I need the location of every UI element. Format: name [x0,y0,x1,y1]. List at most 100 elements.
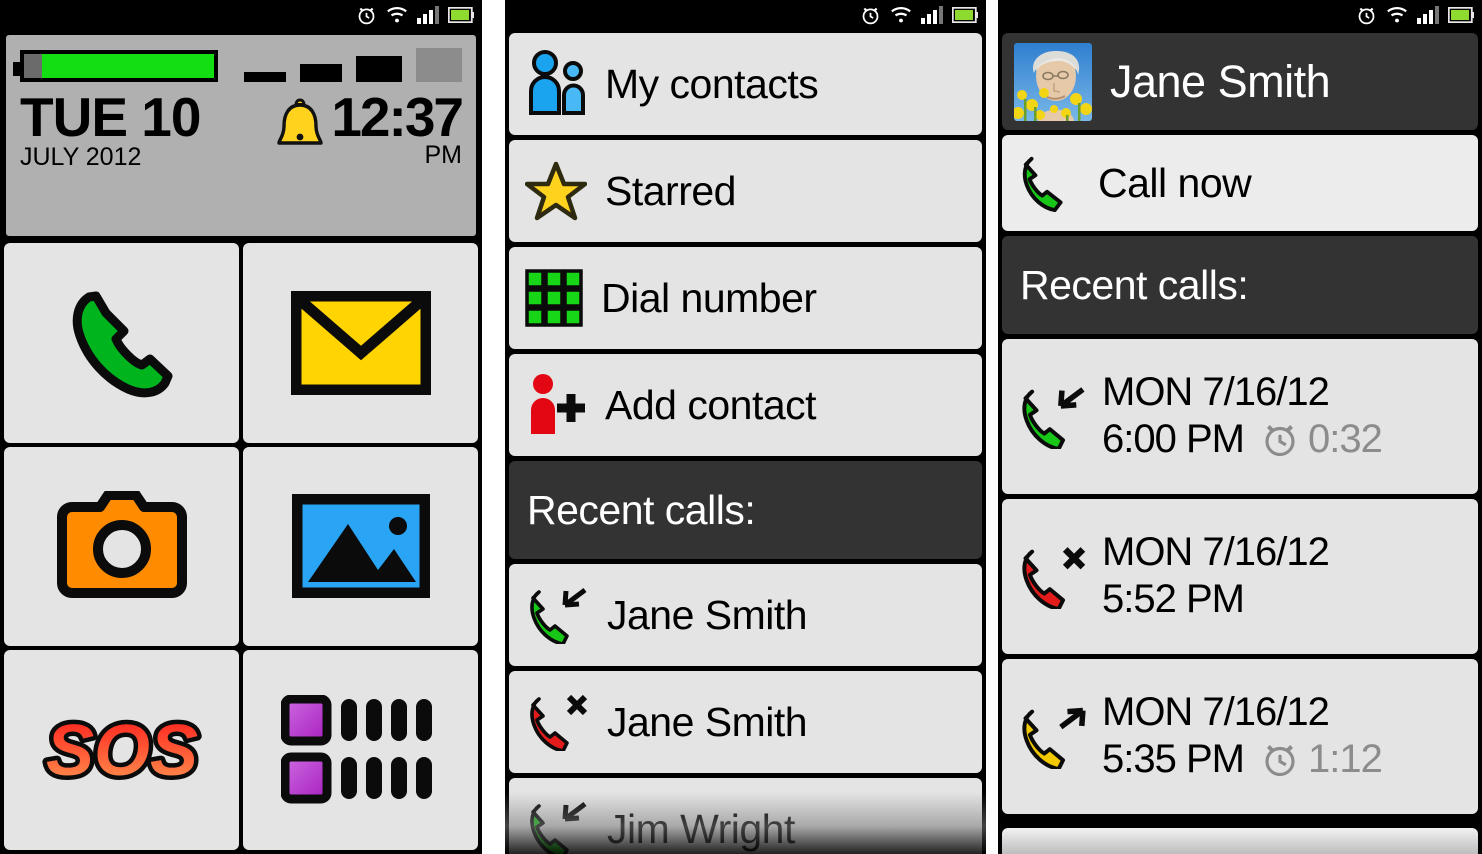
battery-icon [952,7,978,23]
recent-calls-header: Recent calls: [1002,236,1478,334]
three-phone-screenshots: TUE 10 JULY 2012 12:37 PM SOS My contact… [0,0,1482,854]
call-date: MON 7/16/12 [1102,370,1330,415]
phone-handset-icon [1022,156,1063,213]
status-bar [505,0,986,30]
contact-header: Jane Smith [1002,33,1478,130]
menu-item-my-contacts[interactable]: My contacts [509,33,982,135]
alarm-clock-icon [1265,425,1295,457]
recent-call-row[interactable]: Jane Smith [509,564,982,666]
contact-photo-avatar[interactable] [1014,42,1092,121]
alarm-clock-icon [1358,7,1375,24]
recent-call-row[interactable]: Jane Smith [509,671,982,773]
incoming-call-icon [530,802,587,854]
recent-call-name: Jane Smith [607,698,808,745]
tile-messages[interactable] [243,243,478,443]
menu-item-label: Starred [605,167,736,214]
battery-gauge [13,50,218,82]
app-grid-icon [280,695,432,804]
contact-actions-list: Call now Recent calls: MON 7/16/12 6:00 … [998,135,1482,814]
home-app-grid: SOS [0,243,482,854]
alarm-clock-icon [1265,745,1295,777]
menu-item-dial-number[interactable]: Dial number [509,247,982,349]
menu-item-label: My contacts [605,60,819,107]
sos-text-icon: SOS [42,707,202,796]
phone-handset-icon [72,291,172,398]
picture-icon [291,494,430,599]
signal-bar-4 [416,48,462,82]
call-time-row: 6:00 PM 0:32 [1102,416,1383,462]
call-details: MON 7/16/12 6:00 PM 0:32 [1102,370,1383,462]
battery-terminal [13,62,21,76]
star-icon [525,161,587,221]
menu-item-add-contact[interactable]: Add contact [509,354,982,456]
widget-date-block: TUE 10 JULY 2012 [20,89,269,172]
tile-gallery[interactable] [243,446,478,647]
status-bar [998,0,1482,30]
call-duration: 0:32 [1260,416,1383,462]
call-duration-value: 0:32 [1307,416,1383,461]
call-history-row[interactable]: MON 7/16/12 6:00 PM 0:32 [1002,339,1478,494]
recent-calls-header: Recent calls: [509,461,982,559]
contacts-menu-list: My contacts Starred Dial number Add cont… [505,30,986,854]
call-history-row[interactable]: MON 7/16/12 5:52 PM [1002,499,1478,654]
next-row-peek[interactable] [1002,828,1478,854]
battery-icon [448,7,474,23]
alarm-clock-icon [862,7,879,24]
bell-icon [277,98,324,145]
call-history-row[interactable]: MON 7/16/12 5:35 PM 1:12 [1002,659,1478,814]
recent-calls-header-label: Recent calls: [527,486,756,533]
call-time: 5:35 PM [1102,736,1245,781]
missed-call-icon [1022,546,1086,609]
recent-calls-header-label: Recent calls: [1020,261,1249,308]
menu-item-label: Add contact [605,381,817,428]
widget-time: 12:37 [331,86,464,148]
contacts-people-icon [529,50,585,115]
tile-phone[interactable] [4,243,239,443]
call-time: 6:00 PM [1102,416,1245,461]
tile-camera[interactable] [4,446,239,647]
contact-detail-screen: Jane Smith Call now Recent calls: MON 7/… [998,0,1482,854]
envelope-icon [290,290,431,395]
widget-time-group: 12:37 PM [331,86,464,170]
recent-call-row[interactable]: Jim Wright [509,778,982,854]
tile-sos[interactable]: SOS [4,650,239,850]
widget-signal-bars [244,48,462,82]
signal-icon [417,6,439,24]
call-time: 5:52 PM [1102,576,1245,621]
incoming-call-icon [530,588,587,644]
call-time-row: 5:52 PM [1102,577,1329,622]
incoming-call-icon [1022,386,1085,449]
phone-contacts-menu-screen: My contacts Starred Dial number Add cont… [505,0,986,854]
wifi-icon [891,7,911,23]
phone-home-screen: TUE 10 JULY 2012 12:37 PM SOS [0,0,482,854]
call-duration-value: 1:12 [1307,736,1383,781]
widget-status-row [13,48,462,83]
call-time-row: 5:35 PM 1:12 [1102,736,1383,782]
call-details: MON 7/16/12 5:35 PM 1:12 [1102,690,1383,782]
signal-bar-2 [300,64,342,82]
outgoing-call-icon [1022,707,1086,769]
menu-item-starred[interactable]: Starred [509,140,982,242]
recent-call-name: Jim Wright [607,805,795,852]
camera-icon [56,491,187,599]
battery-empty-segment [24,54,42,78]
signal-icon [1417,6,1439,24]
widget-time-block: 12:37 PM [269,86,464,170]
wifi-icon [387,7,407,23]
widget-day-label: TUE 10 [20,86,201,148]
missed-call-icon [530,694,588,751]
avatar-photo [1014,42,1092,121]
clock-battery-widget[interactable]: TUE 10 JULY 2012 12:37 PM [4,33,478,238]
call-date: MON 7/16/12 [1102,690,1330,735]
status-bar [0,0,482,30]
call-details: MON 7/16/12 5:52 PM [1102,531,1330,622]
call-now-label: Call now [1098,159,1252,206]
signal-icon [921,6,943,24]
tile-more-apps[interactable] [243,650,478,850]
svg-text:SOS: SOS [45,711,197,791]
call-now-button[interactable]: Call now [1002,135,1478,231]
battery-level-fill [42,54,214,78]
menu-item-label: Dial number [601,274,817,321]
signal-bar-1 [244,72,286,82]
widget-clock-row: TUE 10 JULY 2012 12:37 PM [20,86,464,172]
